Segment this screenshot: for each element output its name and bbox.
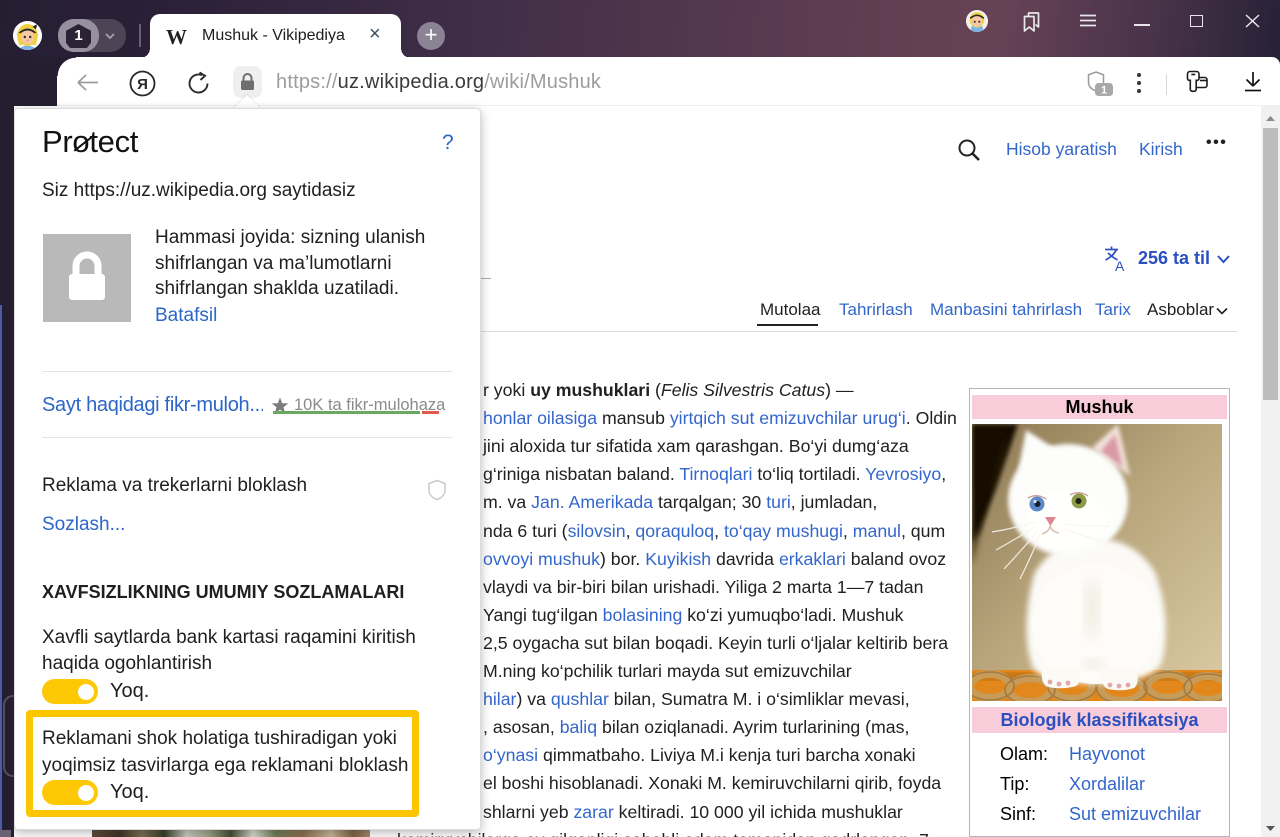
- svg-text:1: 1: [1101, 85, 1107, 97]
- svg-text:A: A: [1115, 258, 1125, 273]
- svg-text:Я: Я: [137, 76, 148, 93]
